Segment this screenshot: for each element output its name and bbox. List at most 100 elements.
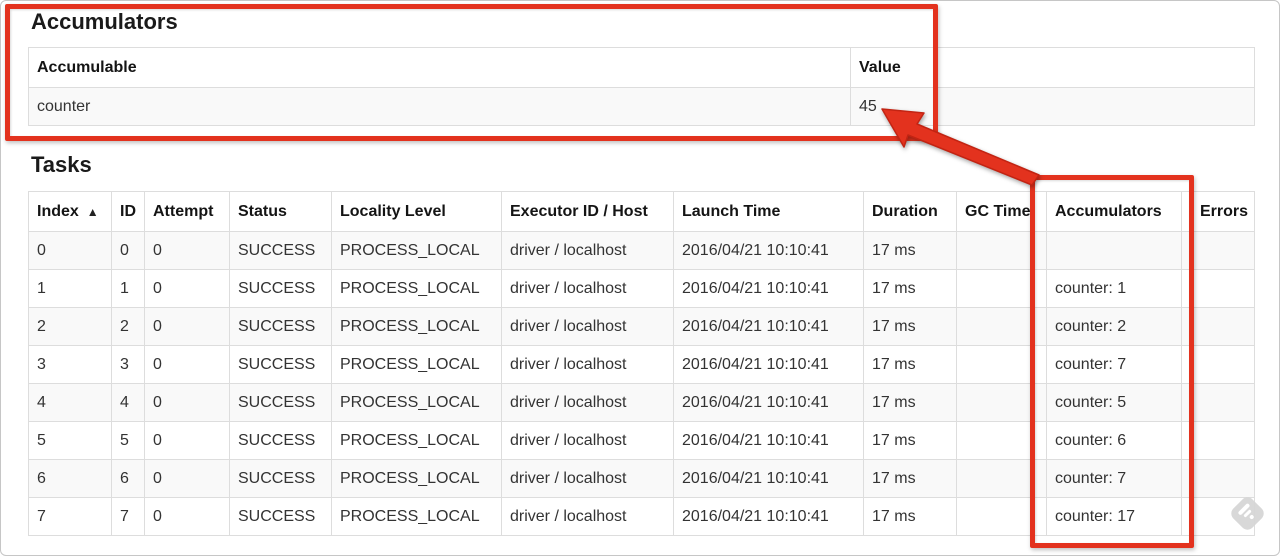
- column-label: Errors: [1200, 202, 1249, 220]
- tasks-heading: Tasks: [31, 152, 92, 177]
- task-cell-status: SUCCESS: [229, 497, 332, 536]
- task-cell-index: 3: [28, 345, 112, 384]
- accumulators-header-row: Accumulable Value: [28, 47, 1255, 88]
- task-cell-launch_time: 2016/04/21 10:10:41: [673, 421, 864, 460]
- column-label: Status: [238, 202, 287, 220]
- task-cell-launch_time: 2016/04/21 10:10:41: [673, 269, 864, 308]
- tasks-col-header-attempt[interactable]: Attempt: [144, 191, 230, 232]
- task-cell-attempt: 0: [144, 497, 230, 536]
- tasks-col-header-status[interactable]: Status: [229, 191, 332, 232]
- accumulators-col-header-accumulable[interactable]: Accumulable: [28, 47, 851, 88]
- tasks-col-header-launch_time[interactable]: Launch Time: [673, 191, 864, 232]
- task-cell-locality_level: PROCESS_LOCAL: [331, 231, 502, 270]
- task-cell-errors: [1181, 231, 1255, 270]
- task-cell-executor_id_host: driver / localhost: [501, 345, 674, 384]
- accumulable-row: counter 45: [28, 87, 1255, 126]
- task-cell-executor_id_host: driver / localhost: [501, 421, 674, 460]
- column-label: Accumulable: [37, 58, 137, 76]
- task-cell-launch_time: 2016/04/21 10:10:41: [673, 307, 864, 346]
- task-cell-gc_time: [956, 231, 1047, 270]
- task-cell-index: 0: [28, 231, 112, 270]
- task-row: 7 7 0 SUCCESS PROCESS_LOCAL driver / localhos…: [28, 497, 1255, 536]
- task-cell-locality_level: PROCESS_LOCAL: [331, 345, 502, 384]
- task-cell-accumulators: counter: 7: [1046, 459, 1182, 498]
- task-cell-id: 2: [111, 307, 145, 346]
- task-cell-launch_time: 2016/04/21 10:10:41: [673, 459, 864, 498]
- task-cell-gc_time: [956, 345, 1047, 384]
- task-cell-attempt: 0: [144, 421, 230, 460]
- task-cell-duration: 17 ms: [863, 497, 957, 536]
- task-cell-attempt: 0: [144, 307, 230, 346]
- column-label: Launch Time: [682, 202, 781, 220]
- task-row: 0 0 0 SUCCESS PROCESS_LOCAL driver / localhos…: [28, 231, 1255, 270]
- task-cell-accumulators: counter: 5: [1046, 383, 1182, 422]
- task-cell-id: 0: [111, 231, 145, 270]
- sort-ascending-icon: ▲: [86, 204, 99, 219]
- task-cell-errors: [1181, 459, 1255, 498]
- task-cell-status: SUCCESS: [229, 345, 332, 384]
- task-cell-duration: 17 ms: [863, 459, 957, 498]
- task-cell-executor_id_host: driver / localhost: [501, 269, 674, 308]
- task-cell-id: 6: [111, 459, 145, 498]
- task-cell-duration: 17 ms: [863, 231, 957, 270]
- task-cell-attempt: 0: [144, 459, 230, 498]
- task-cell-duration: 17 ms: [863, 269, 957, 308]
- task-cell-executor_id_host: driver / localhost: [501, 383, 674, 422]
- task-cell-locality_level: PROCESS_LOCAL: [331, 269, 502, 308]
- task-cell-duration: 17 ms: [863, 421, 957, 460]
- accumulators-col-header-value[interactable]: Value: [850, 47, 1255, 88]
- column-label: ID: [120, 202, 136, 220]
- column-label: Locality Level: [340, 202, 446, 220]
- task-row: 1 1 0 SUCCESS PROCESS_LOCAL driver / localhos…: [28, 269, 1255, 308]
- tasks-col-header-locality_level[interactable]: Locality Level: [331, 191, 502, 232]
- task-cell-index: 4: [28, 383, 112, 422]
- tasks-col-header-errors[interactable]: Errors: [1181, 191, 1255, 232]
- task-cell-index: 5: [28, 421, 112, 460]
- page-content: Accumulators Accumulable Value counter 45…: [1, 1, 1279, 536]
- column-label: GC Time: [965, 202, 1031, 220]
- task-cell-locality_level: PROCESS_LOCAL: [331, 459, 502, 498]
- tasks-col-header-executor_id_host[interactable]: Executor ID / Host: [501, 191, 674, 232]
- task-cell-id: 7: [111, 497, 145, 536]
- task-cell-executor_id_host: driver / localhost: [501, 459, 674, 498]
- spark-ui-page: Accumulators Accumulable Value counter 45…: [0, 0, 1280, 556]
- task-cell-errors: [1181, 307, 1255, 346]
- task-cell-gc_time: [956, 459, 1047, 498]
- task-row: 5 5 0 SUCCESS PROCESS_LOCAL driver / localhos…: [28, 421, 1255, 460]
- task-cell-attempt: 0: [144, 231, 230, 270]
- task-cell-gc_time: [956, 383, 1047, 422]
- task-cell-locality_level: PROCESS_LOCAL: [331, 307, 502, 346]
- task-cell-status: SUCCESS: [229, 307, 332, 346]
- tasks-col-header-accumulators[interactable]: Accumulators: [1046, 191, 1182, 232]
- task-cell-accumulators: counter: 7: [1046, 345, 1182, 384]
- tasks-col-header-duration[interactable]: Duration: [863, 191, 957, 232]
- accumulators-table: Accumulable Value counter 45: [28, 47, 1255, 126]
- task-cell-locality_level: PROCESS_LOCAL: [331, 383, 502, 422]
- task-cell-accumulators: [1046, 231, 1182, 270]
- tasks-col-header-index[interactable]: Index ▲: [28, 191, 112, 232]
- task-cell-status: SUCCESS: [229, 269, 332, 308]
- task-cell-errors: [1181, 421, 1255, 460]
- task-cell-duration: 17 ms: [863, 345, 957, 384]
- task-cell-id: 4: [111, 383, 145, 422]
- task-cell-gc_time: [956, 497, 1047, 536]
- tasks-table: Index ▲ ID Attempt Status Locality Level Execu…: [28, 191, 1255, 536]
- task-cell-duration: 17 ms: [863, 383, 957, 422]
- task-cell-id: 1: [111, 269, 145, 308]
- task-cell-attempt: 0: [144, 345, 230, 384]
- accumulable-cell-value: 45: [850, 87, 1255, 126]
- stamp-dot: [1248, 514, 1255, 521]
- task-cell-accumulators: counter: 17: [1046, 497, 1182, 536]
- task-cell-executor_id_host: driver / localhost: [501, 497, 674, 536]
- tasks-col-header-id[interactable]: ID: [111, 191, 145, 232]
- task-cell-errors: [1181, 345, 1255, 384]
- task-cell-launch_time: 2016/04/21 10:10:41: [673, 231, 864, 270]
- task-row: 4 4 0 SUCCESS PROCESS_LOCAL driver / localhos…: [28, 383, 1255, 422]
- column-label: Executor ID / Host: [510, 202, 648, 220]
- task-row: 2 2 0 SUCCESS PROCESS_LOCAL driver / localhos…: [28, 307, 1255, 346]
- tasks-table-body: 0 0 0 SUCCESS PROCESS_LOCAL driver / localhos…: [28, 231, 1255, 536]
- tasks-col-header-gc_time[interactable]: GC Time: [956, 191, 1047, 232]
- task-cell-index: 6: [28, 459, 112, 498]
- task-cell-launch_time: 2016/04/21 10:10:41: [673, 345, 864, 384]
- task-cell-locality_level: PROCESS_LOCAL: [331, 421, 502, 460]
